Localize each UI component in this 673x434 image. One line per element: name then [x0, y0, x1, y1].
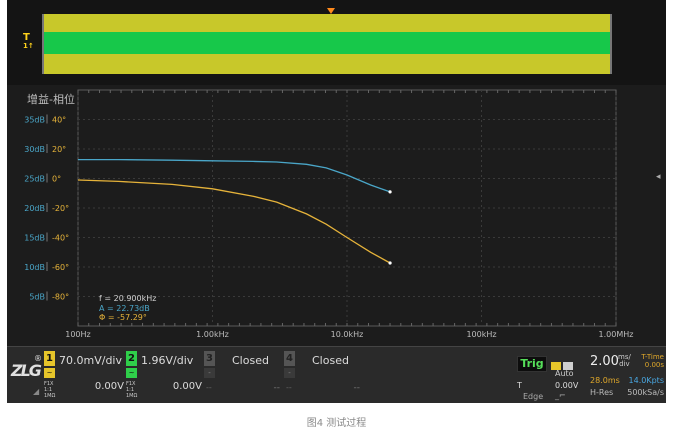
readout-phase: Φ = -57.29°: [99, 313, 147, 322]
channel-3-offset-placeholder: --: [273, 383, 281, 393]
phase-tick-label: -40°: [52, 234, 69, 243]
horizontal-position[interactable]: 28.0ms: [590, 376, 620, 385]
corner-triangle-icon: ◢: [33, 387, 40, 396]
cursor-readouts: f = 20.900kHz A = 22.73dB Φ = -57.29°: [99, 294, 156, 323]
phase-tick-label: -80°: [52, 293, 69, 302]
brand-logo: ZLG: [11, 361, 42, 380]
chevron-left-icon[interactable]: ◂: [656, 172, 661, 182]
gain-tick-label: 25dB: [24, 175, 45, 184]
trigger-source-marker: T 1↑: [23, 33, 34, 51]
readout-frequency: f = 20.900kHz: [99, 294, 157, 303]
channel-2-number[interactable]: 2: [126, 351, 137, 366]
freq-tick-label: 100kHz: [466, 330, 496, 339]
channel-3-number[interactable]: 3: [204, 351, 215, 366]
channel2-waveform-band: [44, 32, 610, 54]
trigger-time-value: 0.00s: [644, 361, 664, 369]
channel-4-scale[interactable]: Closed: [312, 354, 349, 367]
trigger-marker-sub: 1↑: [23, 42, 34, 50]
freq-tick-label: 100Hz: [65, 330, 90, 339]
channel-1-number[interactable]: 1: [44, 351, 55, 366]
freq-tick-label: 10.0kHz: [331, 330, 364, 339]
phase-tick-label: 20°: [52, 145, 66, 154]
channel-1-coupling-icon: ~: [44, 368, 55, 378]
gain-tick-label: 30dB: [24, 145, 45, 154]
time-unit-bottom: div: [619, 360, 630, 368]
channel-3-placeholder: --: [206, 383, 212, 392]
channel-2-panel[interactable]: 2 ~ F1X 1:1 1MΩ 1.96V/div 0.00V: [126, 351, 204, 401]
overview-waveform: [42, 14, 612, 74]
registered-icon: ®: [34, 354, 42, 363]
phase-tick-label: -60°: [52, 263, 69, 272]
time-scale-unit: ms/ div: [618, 354, 631, 368]
channel-4-number[interactable]: 4: [284, 351, 295, 366]
channel-2-impedance: 1MΩ: [126, 393, 138, 399]
channel-4-offset-placeholder: --: [353, 383, 361, 393]
freq-tick-label: 1.00MHz: [599, 330, 634, 339]
trigger-type[interactable]: Edge: [523, 392, 543, 401]
phase-tick-label: 0°: [52, 175, 61, 184]
freq-tick-label: 1.00kHz: [196, 330, 229, 339]
channel-1-meta: F1X 1:1 1MΩ: [44, 381, 55, 399]
gain-curve: [78, 158, 391, 193]
figure-caption: 图4 测试过程: [306, 418, 367, 429]
oscilloscope-screen: T 1↑ 增益-相位 100Hz 1.00kHz 10.0kHz 100kHz 1.00…: [7, 0, 666, 403]
gain-tick-label: 5dB: [29, 293, 45, 302]
channel-2-scale[interactable]: 1.96V/div: [141, 354, 193, 367]
channel-1-panel[interactable]: 1 ~ F1X 1:1 1MΩ 70.0mV/div 0.00V: [44, 351, 126, 401]
rising-edge-icon: _⌐: [555, 391, 566, 400]
trigger-panel[interactable]: Trig Auto T 0.00V Edge _⌐: [515, 351, 587, 401]
trigger-time: T-Time 0.00s: [641, 353, 664, 369]
channel-4-panel[interactable]: 4 - Closed -- --: [284, 351, 364, 401]
trigger-button[interactable]: Trig: [517, 356, 547, 372]
trigger-mode[interactable]: Auto: [555, 369, 574, 378]
channel-4-coupling-icon: -: [284, 368, 295, 378]
gain-tick-label: 10dB: [24, 263, 45, 272]
phase-curve: [77, 179, 391, 264]
channel-3-scale[interactable]: Closed: [232, 354, 269, 367]
phase-tick-label: -20°: [52, 204, 69, 213]
channel-2-meta: F1X 1:1 1MΩ: [126, 381, 137, 399]
time-scale[interactable]: 2.00: [590, 354, 619, 369]
channel-3-panel[interactable]: 3 - Closed -- --: [204, 351, 284, 401]
channel-1-scale[interactable]: 70.0mV/div: [59, 354, 122, 367]
readout-gain: A = 22.73dB: [99, 303, 150, 313]
gain-tick-label: 35dB: [24, 116, 45, 125]
waveform-overview[interactable]: T 1↑: [7, 0, 666, 85]
acquisition-mode[interactable]: H-Res: [590, 388, 613, 397]
gain-end-point: [388, 190, 392, 194]
channel-2-offset[interactable]: 0.00V: [173, 381, 202, 392]
trigger-source: T: [517, 381, 522, 390]
channel-1-offset[interactable]: 0.00V: [95, 381, 124, 392]
phase-end-point: [388, 261, 392, 265]
status-bar: ZLG ® ◢ 1 ~ F1X 1:1 1MΩ 70.0mV/div 0.00V…: [7, 346, 666, 403]
gain-tick-label: 20dB: [24, 204, 45, 213]
trigger-time-label: T-Time: [641, 353, 664, 361]
channel-1-impedance: 1MΩ: [44, 393, 56, 399]
sample-rate: 500kSa/s: [627, 388, 664, 397]
phase-tick-label: 40°: [52, 116, 66, 125]
record-length: 14.0Kpts: [628, 376, 664, 385]
timebase-panel[interactable]: 2.00 ms/ div T-Time 0.00s 28.0ms 14.0Kpt…: [587, 351, 666, 401]
channel-2-coupling-icon: ~: [126, 368, 137, 378]
trigger-level[interactable]: 0.00V: [555, 381, 578, 390]
channel-4-placeholder: --: [286, 383, 292, 392]
gain-tick-label: 15dB: [24, 234, 45, 243]
channel-3-coupling-icon: -: [204, 368, 215, 378]
